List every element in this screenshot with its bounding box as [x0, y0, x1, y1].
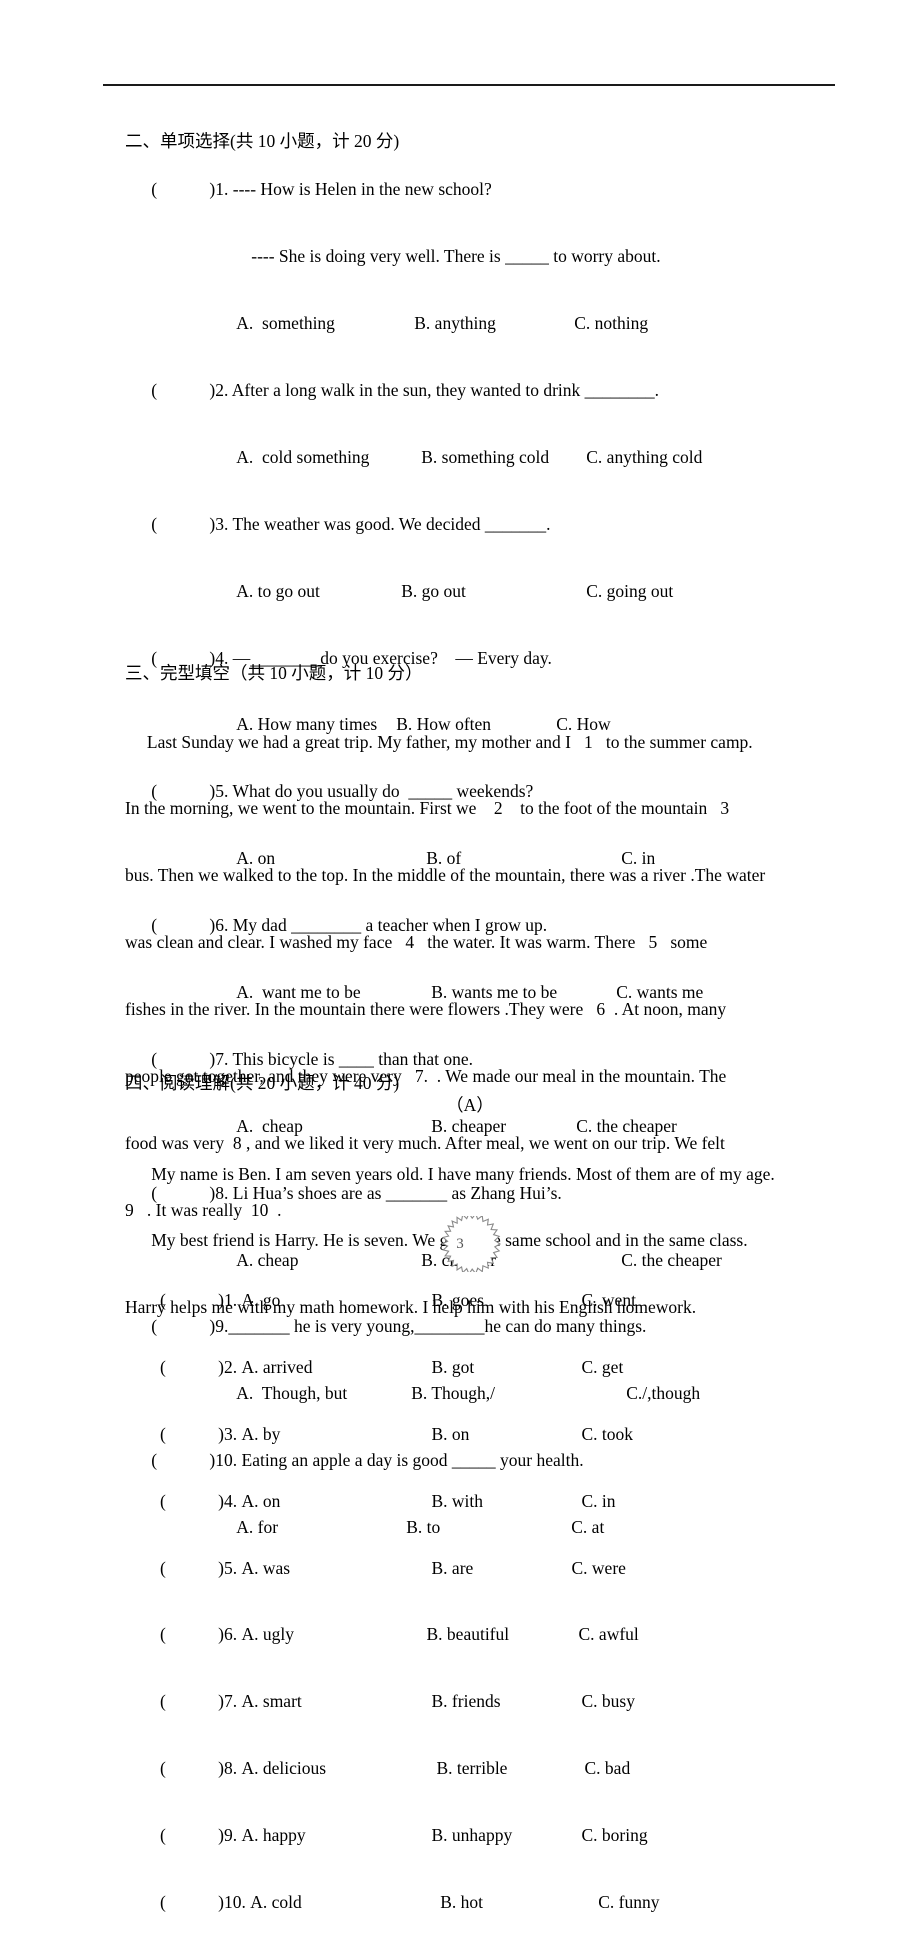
page-number: 3: [456, 1235, 464, 1252]
section-4-heading: 四、阅读理解(共 20 小题，计 40 分): [125, 1073, 400, 1093]
cloze-option-row: () 3. A. by B. on C. took: [125, 1401, 915, 1468]
option-row: A. to go out B. go out C. going out: [125, 557, 920, 624]
option-a[interactable]: A. was: [242, 1557, 432, 1579]
question-number: 9.: [224, 1825, 238, 1846]
question-number: 2.: [215, 379, 229, 400]
option-a[interactable]: A. smart: [242, 1690, 432, 1712]
cloze-passage-line: In the morning, we went to the mountain.…: [125, 798, 743, 819]
option-c[interactable]: C. nothing: [574, 312, 648, 334]
answer-bracket[interactable]: (): [160, 1490, 224, 1512]
page-number-sunburst: 3: [418, 1216, 502, 1272]
option-b[interactable]: B. anything: [414, 312, 574, 334]
option-b[interactable]: B. something cold: [421, 446, 586, 468]
option-c[interactable]: C. busy: [582, 1690, 635, 1712]
question-number: 1.: [215, 179, 229, 200]
cloze-passage-line: fishes in the river. In the mountain the…: [125, 999, 727, 1020]
cloze-passage-line: was clean and clear. I washed my face 4 …: [125, 932, 708, 953]
option-b[interactable]: B. unhappy: [432, 1824, 582, 1846]
option-a[interactable]: A. by: [242, 1423, 432, 1445]
header-rule: [103, 84, 835, 86]
answer-bracket[interactable]: (): [160, 1757, 224, 1779]
answer-bracket[interactable]: (): [151, 513, 215, 535]
option-b[interactable]: B. go out: [401, 580, 586, 602]
option-row: A. cold something B. something cold C. any…: [125, 424, 920, 491]
option-c[interactable]: C. funny: [598, 1891, 659, 1913]
answer-bracket[interactable]: (): [151, 379, 215, 401]
option-b[interactable]: B. on: [432, 1423, 582, 1445]
option-c[interactable]: C. anything cold: [586, 446, 702, 468]
option-b[interactable]: B. terrible: [437, 1757, 585, 1779]
question-number: 6.: [224, 1624, 238, 1645]
option-c[interactable]: C. going out: [586, 580, 673, 602]
option-a[interactable]: A. cold something: [236, 446, 421, 468]
question-number: 4.: [224, 1490, 238, 1511]
option-c[interactable]: C. took: [582, 1423, 634, 1445]
cloze-option-row: () 4. A. on B. with C. in: [125, 1467, 915, 1534]
question-number: 10.: [224, 1892, 246, 1913]
cloze-option-row: () 5. A. was B. are C. were: [125, 1534, 915, 1601]
reading-passage-line: My name is Ben. I am seven years old. I …: [125, 1163, 775, 1184]
question-number: 8.: [224, 1758, 238, 1779]
option-b[interactable]: B. with: [432, 1490, 582, 1512]
option-c[interactable]: C. bad: [585, 1757, 631, 1779]
cloze-option-row: () 10. A. cold B. hot C. funny: [125, 1869, 915, 1936]
question-stem: The weather was good. We decided _______…: [232, 513, 551, 534]
question-number: 3.: [215, 513, 229, 534]
option-b[interactable]: B. hot: [440, 1891, 598, 1913]
option-b[interactable]: B. are: [432, 1557, 572, 1579]
option-c[interactable]: C. were: [572, 1557, 626, 1579]
exam-page: 二、单项选择(共 10 小题，计 20 分) () 1. ---- How is …: [0, 0, 920, 1912]
option-a[interactable]: A. to go out: [236, 580, 401, 602]
passage-label-a: （A）: [446, 1095, 494, 1115]
answer-bracket[interactable]: (): [151, 178, 215, 200]
cloze-options: () 1. A. go B. goes C. went () 2. A. arrived…: [125, 1267, 915, 1936]
cloze-option-row: () 9. A. happy B. unhappy C. boring: [125, 1802, 915, 1869]
question-row: () 1. ---- How is Helen in the new school…: [125, 156, 920, 223]
option-b[interactable]: B. beautiful: [427, 1623, 579, 1645]
question-stem-cont: ---- She is doing very well. There is __…: [125, 223, 920, 290]
option-a[interactable]: A. delicious: [242, 1757, 437, 1779]
cloze-option-row: () 8. A. delicious B. terrible C. bad: [125, 1735, 915, 1802]
reading-passage-line: Harry helps me with my math homework. I …: [125, 1297, 697, 1318]
question-number: 5.: [224, 1557, 238, 1578]
option-row: A. something B. anything C. nothing: [125, 290, 920, 357]
question-stem: After a long walk in the sun, they wante…: [231, 379, 660, 400]
cloze-option-row: () 7. A. smart B. friends C. busy: [125, 1668, 915, 1735]
answer-bracket[interactable]: (): [160, 1557, 224, 1579]
option-c[interactable]: C. boring: [582, 1824, 648, 1846]
answer-bracket[interactable]: (): [160, 1423, 224, 1445]
section-3-heading: 三、完型填空（共 10 小题，计 10 分）: [125, 663, 423, 683]
page-footer: 3: [0, 1216, 920, 1277]
question-row: () 2. After a long walk in the sun, they …: [125, 357, 920, 424]
cloze-option-row: () 6. A. ugly B. beautiful C. awful: [125, 1601, 915, 1668]
question-stem-line2: ---- She is doing very well. There is __…: [251, 246, 661, 267]
option-c[interactable]: C. in: [582, 1490, 616, 1512]
option-a[interactable]: A. ugly: [242, 1623, 427, 1645]
answer-bracket[interactable]: (): [160, 1690, 224, 1712]
question-number: 7.: [224, 1691, 238, 1712]
answer-bracket[interactable]: (): [160, 1824, 224, 1846]
option-a[interactable]: A. cold: [250, 1891, 440, 1913]
answer-bracket[interactable]: (): [160, 1891, 224, 1913]
option-a[interactable]: A. something: [236, 312, 414, 334]
section-2-heading: 二、单项选择(共 10 小题，计 20 分): [125, 131, 400, 151]
option-a[interactable]: A. happy: [242, 1824, 432, 1846]
cloze-passage-line: bus. Then we walked to the top. In the m…: [125, 865, 766, 886]
answer-bracket[interactable]: (): [160, 1623, 224, 1645]
cloze-passage-line: Last Sunday we had a great trip. My fath…: [125, 731, 753, 752]
question-row: () 3. The weather was good. We decided __…: [125, 490, 920, 557]
question-stem: ---- How is Helen in the new school?: [232, 179, 492, 200]
question-number: 3.: [224, 1423, 238, 1444]
option-a[interactable]: A. on: [242, 1490, 432, 1512]
option-c[interactable]: C. awful: [579, 1623, 639, 1645]
option-b[interactable]: B. friends: [432, 1690, 582, 1712]
